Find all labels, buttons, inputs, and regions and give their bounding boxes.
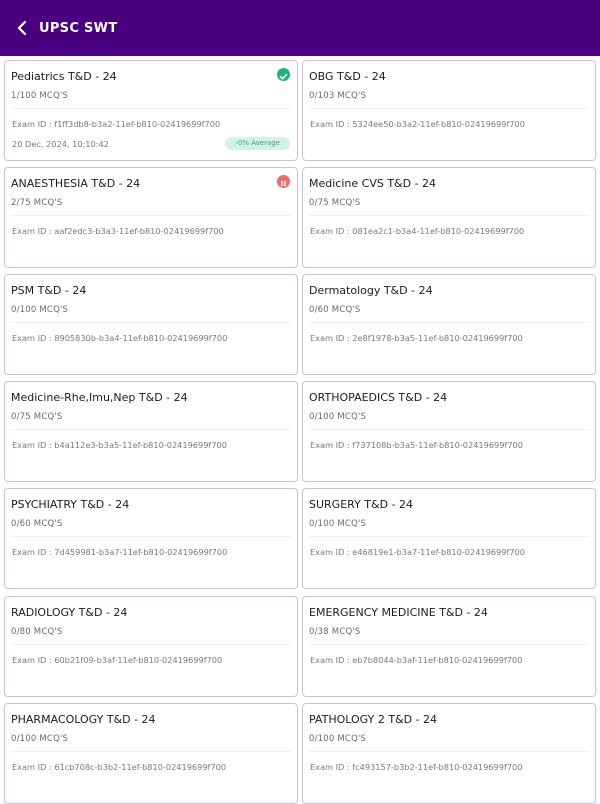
exam-card-medicine-cvs[interactable]: Medicine CVS T&D - 24 0/75 MCQ'S Exam ID… [302,167,596,268]
exam-title: Medicine-Rhe,Imu,Nep T&D - 24 [11,391,188,404]
app-bar: UPSC SWT [0,0,600,56]
exam-id: Exam ID : 5324ee50-b3a2-11ef-b810-024196… [310,119,525,129]
divider [11,215,291,216]
exam-card-obg[interactable]: OBG T&D - 24 0/103 MCQ'S Exam ID : 5324e… [302,60,596,161]
divider [11,751,291,752]
divider [309,536,589,537]
exam-id: Exam ID : b4a112e3-b3a5-11ef-b810-024196… [12,440,227,450]
exam-card-psm[interactable]: PSM T&D - 24 0/100 MCQ'S Exam ID : 89058… [4,274,298,375]
back-arrow-icon [17,20,27,36]
divider [309,322,589,323]
divider [309,644,589,645]
mcq-count: 0/80 MCQ'S [11,627,63,637]
mcq-count: 0/60 MCQ'S [11,519,63,529]
exam-card-anaesthesia[interactable]: ANAESTHESIA T&D - 24 2/75 MCQ'S Exam ID … [4,167,298,268]
mcq-count: 0/100 MCQ'S [309,734,367,744]
exam-card-medicine-rhe[interactable]: Medicine-Rhe,Imu,Nep T&D - 24 0/75 MCQ'S… [4,381,298,482]
exam-title: Pediatrics T&D - 24 [11,70,117,83]
exam-id: Exam ID : fc493157-b3b2-11ef-b810-024196… [310,762,523,772]
exam-id: Exam ID : 7d459981-b3a7-11ef-b810-024196… [12,547,228,557]
back-button[interactable] [2,8,42,48]
mcq-count: 0/38 MCQ'S [309,627,361,637]
exam-title: SURGERY T&D - 24 [309,498,414,511]
mcq-count: 0/60 MCQ'S [309,305,361,315]
exam-title: PSM T&D - 24 [11,284,87,297]
divider [11,429,291,430]
exam-card-pathology-2[interactable]: PATHOLOGY 2 T&D - 24 0/100 MCQ'S Exam ID… [302,703,596,804]
exam-id: Exam ID : 2e8f1978-b3a5-11ef-b810-024196… [310,333,523,343]
exam-id: Exam ID : eb7b8044-b3af-11ef-b810-024196… [310,655,523,665]
exam-card-dermatology[interactable]: Dermatology T&D - 24 0/60 MCQ'S Exam ID … [302,274,596,375]
exam-title: OBG T&D - 24 [309,70,386,83]
exam-title: Medicine CVS T&D - 24 [309,177,437,190]
exam-title: PHARMACOLOGY T&D - 24 [11,713,156,726]
mcq-count: 0/75 MCQ'S [309,198,361,208]
exam-card-emergency-medicine[interactable]: EMERGENCY MEDICINE T&D - 24 0/38 MCQ'S E… [302,596,596,697]
exam-id: Exam ID : e46819e1-b3a7-11ef-b810-024196… [310,547,525,557]
attempt-date: 20 Dec, 2024, 10:10:42 [12,139,109,149]
exam-card-surgery[interactable]: SURGERY T&D - 24 0/100 MCQ'S Exam ID : e… [302,488,596,589]
divider [11,536,291,537]
mcq-count: 1/100 MCQ'S [11,91,69,101]
exam-title: EMERGENCY MEDICINE T&D - 24 [309,606,488,619]
mcq-count: 0/100 MCQ'S [11,734,69,744]
exam-card-psychiatry[interactable]: PSYCHIATRY T&D - 24 0/60 MCQ'S Exam ID :… [4,488,298,589]
divider [309,108,589,109]
check-circle-icon [277,68,290,81]
exam-card-orthopaedics[interactable]: ORTHOPAEDICS T&D - 24 0/100 MCQ'S Exam I… [302,381,596,482]
exam-title: ORTHOPAEDICS T&D - 24 [309,391,448,404]
exam-title: Dermatology T&D - 24 [309,284,433,297]
exam-id: Exam ID : 61cb708c-b3b2-11ef-b810-024196… [12,762,227,772]
divider [309,429,589,430]
exam-title: RADIOLOGY T&D - 24 [11,606,128,619]
exam-id: Exam ID : f737108b-b3a5-11ef-b810-024196… [310,440,523,450]
exam-title: PATHOLOGY 2 T&D - 24 [309,713,438,726]
page-title: UPSC SWT [39,20,118,36]
exam-title: ANAESTHESIA T&D - 24 [11,177,141,190]
exam-grid: Pediatrics T&D - 24 1/100 MCQ'S Exam ID … [0,56,600,804]
mcq-count: 0/103 MCQ'S [309,91,367,101]
exam-id: Exam ID : f1ff3db8-b3a2-11ef-b810-024196… [12,119,221,129]
exam-card-pharmacology[interactable]: PHARMACOLOGY T&D - 24 0/100 MCQ'S Exam I… [4,703,298,804]
divider [11,644,291,645]
exam-id: Exam ID : 8905830b-b3a4-11ef-b810-024196… [12,333,228,343]
exam-id: Exam ID : 081ea2c1-b3a4-11ef-b810-024196… [310,226,525,236]
exam-id: Exam ID : aaf2edc3-b3a3-11ef-b810-024196… [12,226,224,236]
pause-circle-icon [277,175,290,188]
mcq-count: 0/100 MCQ'S [11,305,69,315]
exam-card-pediatrics[interactable]: Pediatrics T&D - 24 1/100 MCQ'S Exam ID … [4,60,298,161]
divider [11,322,291,323]
divider [309,215,589,216]
mcq-count: 0/100 MCQ'S [309,412,367,422]
average-badge: -0% Average [225,137,290,150]
exam-title: PSYCHIATRY T&D - 24 [11,498,130,511]
divider [309,751,589,752]
mcq-count: 0/75 MCQ'S [11,412,63,422]
divider [11,108,291,109]
mcq-count: 2/75 MCQ'S [11,198,63,208]
mcq-count: 0/100 MCQ'S [309,519,367,529]
exam-card-radiology[interactable]: RADIOLOGY T&D - 24 0/80 MCQ'S Exam ID : … [4,596,298,697]
exam-id: Exam ID : 60b21f09-b3af-11ef-b810-024196… [12,655,223,665]
